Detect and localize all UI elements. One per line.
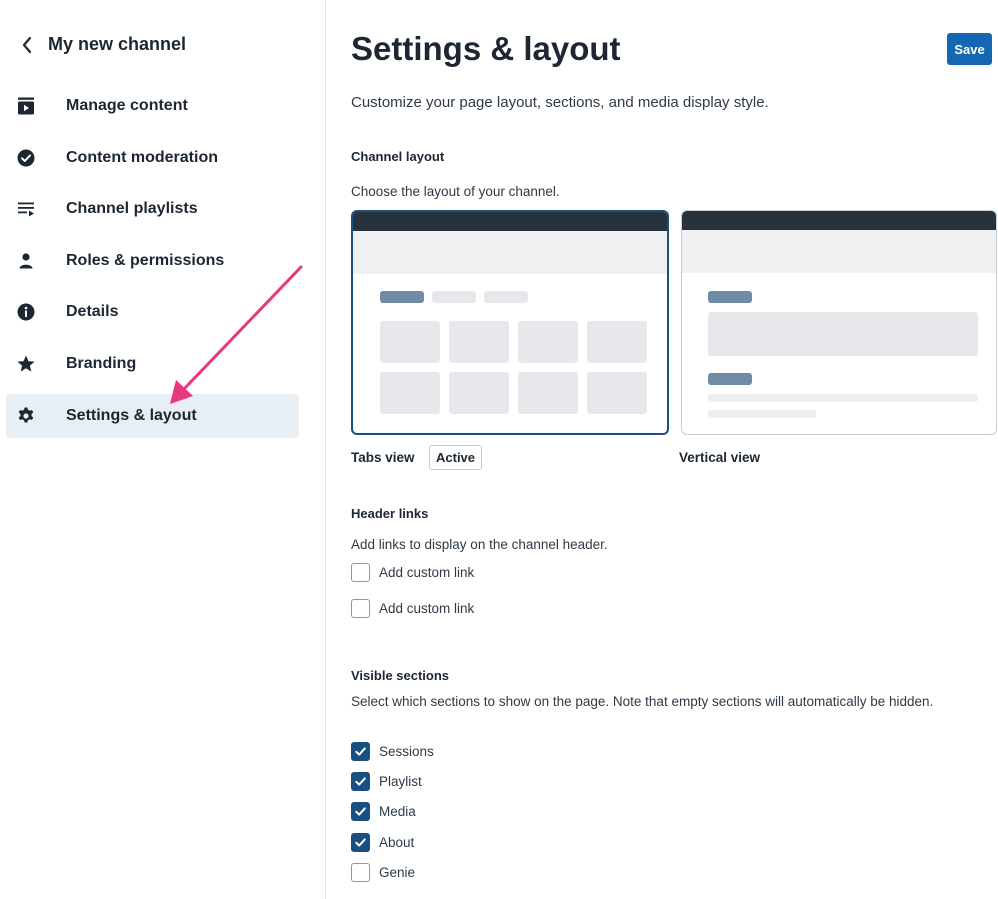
sidebar-item-label: Details [66,303,119,321]
section-media-row[interactable]: Media [351,802,416,821]
preview-section-title [708,291,752,303]
sidebar-item-label: Branding [66,354,137,372]
sidebar: My new channel Manage content Content mo… [0,0,326,899]
playlist-icon [12,197,40,221]
preview-tab [432,291,476,303]
preview-tile [587,372,647,414]
channel-title: My new channel [48,34,187,54]
active-badge: Active [429,445,483,470]
preview-tile [518,372,578,414]
checkbox-label: Add custom link [379,565,475,580]
preview-tile [587,321,647,363]
layout-option-vertical-view[interactable] [681,210,997,435]
tabs-view-label: Tabs view [351,450,415,465]
channel-layout-heading: Channel layout [351,149,445,164]
checkbox[interactable] [351,563,370,582]
checkbox-label: Genie [379,865,416,880]
main-content: Settings & layout Save Customize your pa… [351,0,998,899]
checkbox-checked[interactable] [351,802,370,821]
checkbox-label: Playlist [379,774,422,789]
preview-section-title [708,373,752,385]
visible-sections-description: Select which sections to show on the pag… [351,694,934,709]
info-icon [12,300,40,324]
preview-hero [682,230,996,273]
preview-hero [353,231,667,274]
checkbox-label: Add custom link [379,601,475,616]
back-button[interactable]: My new channel [20,34,186,55]
preview-line [708,394,978,402]
section-playlist-row[interactable]: Playlist [351,772,422,791]
person-icon [12,249,40,273]
sidebar-item-channel-playlists[interactable]: Channel playlists [6,187,299,231]
preview-tile [449,372,509,414]
channel-layout-description: Choose the layout of your channel. [351,184,560,199]
checkbox[interactable] [351,599,370,618]
check-icon [355,807,366,816]
header-links-description: Add links to display on the channel head… [351,537,608,552]
preview-tab-active [380,291,424,303]
checkbox-checked[interactable] [351,833,370,852]
checkbox-label: About [379,835,415,850]
sidebar-item-details[interactable]: Details [6,290,299,334]
section-about-row[interactable]: About [351,833,414,852]
preview-tab [484,291,528,303]
sidebar-item-label: Roles & permissions [66,251,225,269]
sidebar-item-manage-content[interactable]: Manage content [6,84,299,128]
vertical-view-label: Vertical view [679,450,761,465]
sidebar-item-branding[interactable]: Branding [6,342,299,386]
checkbox[interactable] [351,863,370,882]
section-sessions-row[interactable]: Sessions [351,742,434,761]
header-link-row[interactable]: Add custom link [351,599,474,618]
page-title: Settings & layout [351,30,621,67]
preview-section-body [708,312,978,356]
checkbox-checked[interactable] [351,742,370,761]
preview-tile [380,321,440,363]
sidebar-item-settings-layout[interactable]: Settings & layout [6,393,299,438]
chevron-left-icon [22,36,32,53]
checkbox-checked[interactable] [351,772,370,791]
preview-line [708,410,816,418]
header-links-heading: Header links [351,506,429,521]
layout-option-tabs-view[interactable] [351,210,669,435]
gear-icon [12,404,40,428]
preview-header-bar [353,212,667,231]
check-icon [355,838,366,847]
check-icon [355,777,366,786]
sidebar-item-roles-permissions[interactable]: Roles & permissions [6,239,299,283]
sidebar-item-label: Manage content [66,97,188,114]
check-circle-icon [12,146,40,170]
preview-header-bar [682,211,996,230]
checkbox-label: Media [379,804,416,819]
sidebar-item-label: Content moderation [66,148,218,166]
check-icon [355,747,366,756]
sidebar-item-label: Settings & layout [66,406,197,424]
play-box-icon [12,94,40,118]
star-icon [12,352,40,376]
page-subtitle: Customize your page layout, sections, an… [351,94,769,111]
sidebar-nav: Manage content Content moderation Channe… [6,84,299,445]
save-button[interactable]: Save [947,33,992,65]
sidebar-item-label: Channel playlists [66,200,198,218]
preview-tile [518,321,578,363]
visible-sections-heading: Visible sections [351,668,450,683]
sidebar-item-content-moderation[interactable]: Content moderation [6,136,299,180]
checkbox-label: Sessions [379,744,434,759]
header-link-row[interactable]: Add custom link [351,563,474,582]
section-genie-row[interactable]: Genie [351,863,415,882]
preview-tile [449,321,509,363]
preview-tile [380,372,440,414]
